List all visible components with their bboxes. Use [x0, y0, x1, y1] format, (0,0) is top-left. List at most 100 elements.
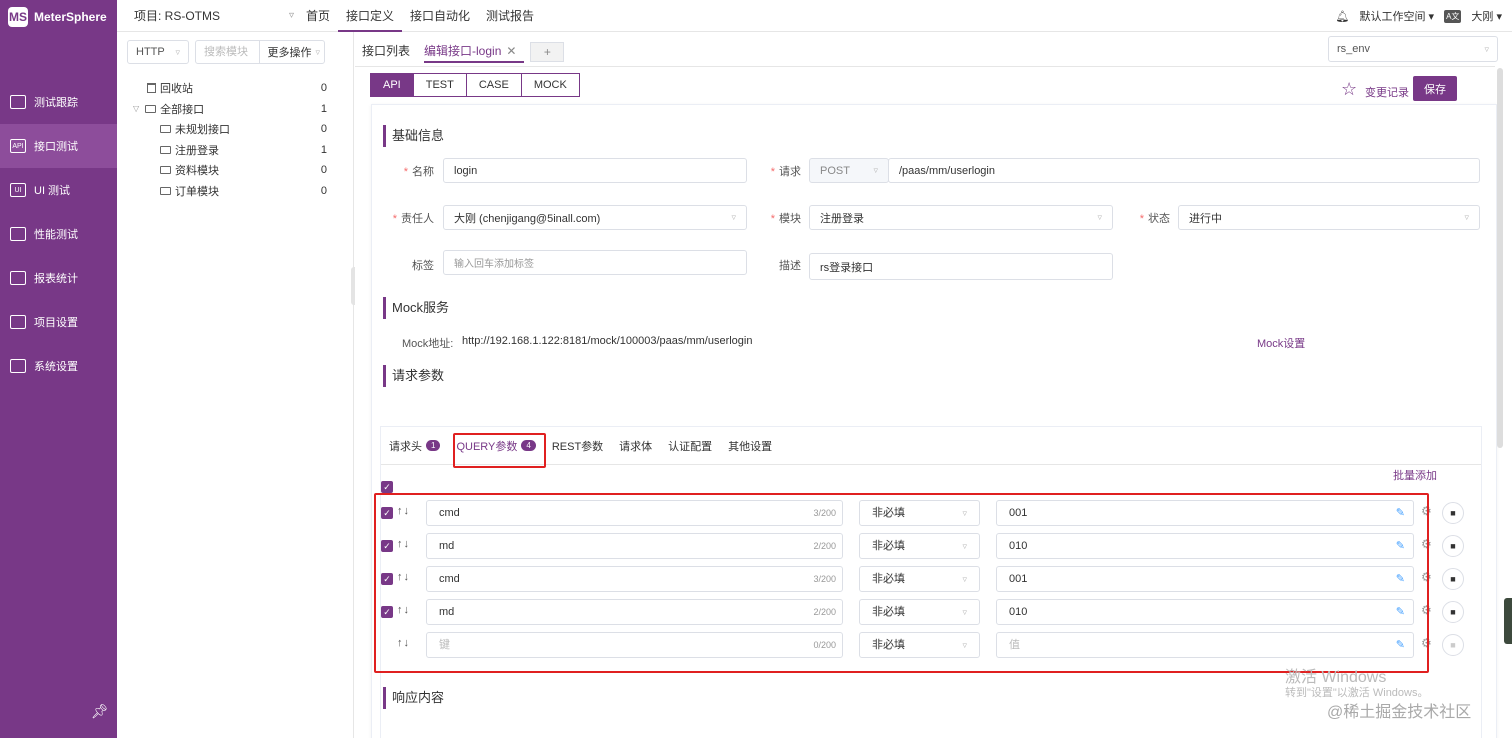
gear-icon[interactable]: ⚙: [1421, 570, 1432, 584]
gear-icon[interactable]: ⚙: [1421, 636, 1432, 650]
nav-item-4[interactable]: 报表统计: [0, 256, 117, 300]
gear-icon[interactable]: ⚙: [1421, 537, 1432, 551]
params-tab-1[interactable]: QUERY参数 4: [448, 427, 543, 465]
project-selector[interactable]: 项目: RS-OTMS ▿: [134, 7, 294, 24]
desc-textarea[interactable]: rs登录接口: [809, 253, 1113, 280]
chevron-down-icon: ▿: [1097, 212, 1102, 222]
tree-node[interactable]: 回收站 0: [117, 78, 354, 99]
protocol-select[interactable]: HTTP ▿: [127, 40, 189, 64]
move-arrows-icon[interactable]: ↑↓: [397, 604, 410, 616]
required-select[interactable]: 非必填 ▿: [859, 533, 980, 559]
tag-input[interactable]: 输入回车添加标签: [443, 250, 747, 275]
nav-item-5[interactable]: 项目设置: [0, 300, 117, 344]
delete-button[interactable]: ■: [1442, 535, 1464, 557]
delete-button[interactable]: ■: [1442, 502, 1464, 524]
top-menu-item-2[interactable]: 接口自动化: [402, 0, 478, 32]
tree-node[interactable]: ▽ 全部接口 1: [117, 99, 354, 120]
select-all-checkbox[interactable]: ✓: [381, 481, 393, 493]
top-menu-item-0[interactable]: 首页: [298, 0, 338, 32]
tree-node[interactable]: 未规划接口 0: [117, 119, 354, 140]
params-tab-4[interactable]: 认证配置: [660, 427, 720, 465]
delete-button[interactable]: ■: [1442, 601, 1464, 623]
param-value-input[interactable]: 010 ✎: [996, 599, 1414, 625]
owner-select[interactable]: 大刚 (chenjigang@5inall.com) ▿: [443, 205, 747, 230]
workspace-selector[interactable]: 默认工作空间 ▾: [1360, 8, 1435, 24]
user-menu[interactable]: 大刚 ▾: [1471, 8, 1502, 24]
mode-tab-case[interactable]: CASE: [465, 73, 522, 97]
nav-item-1[interactable]: API 接口测试: [0, 124, 117, 168]
edit-icon[interactable]: ✎: [1396, 633, 1405, 657]
language-icon[interactable]: A文: [1444, 9, 1462, 23]
tab-edit-login[interactable]: 编辑接口-login ✕: [424, 41, 525, 63]
param-key-input[interactable]: cmd 3/200: [426, 500, 843, 526]
top-menu-item-3[interactable]: 测试报告: [478, 0, 542, 32]
param-value-input[interactable]: 010 ✎: [996, 533, 1414, 559]
module-select[interactable]: 注册登录 ▿: [809, 205, 1113, 230]
chevron-down-icon[interactable]: ▽: [133, 104, 139, 113]
param-key-input[interactable]: md 2/200: [426, 599, 843, 625]
module-search-input[interactable]: 搜索模块: [196, 41, 260, 63]
nav-item-0[interactable]: 测试跟踪: [0, 80, 117, 124]
method-select[interactable]: POST ▿: [809, 158, 889, 183]
mode-tab-api[interactable]: API: [370, 73, 414, 97]
param-key-input[interactable]: 键 0/200: [426, 632, 843, 658]
param-key-input[interactable]: md 2/200: [426, 533, 843, 559]
required-select[interactable]: 非必填 ▿: [859, 632, 980, 658]
gear-icon[interactable]: ⚙: [1421, 603, 1432, 617]
scrollbar[interactable]: [1497, 68, 1503, 448]
close-icon[interactable]: ✕: [506, 44, 516, 58]
top-menu-item-1[interactable]: 接口定义: [338, 0, 403, 32]
edit-icon[interactable]: ✎: [1396, 534, 1405, 558]
tree-search-group: 搜索模块 更多操作 ▿: [195, 40, 325, 64]
row-checkbox[interactable]: ✓: [381, 606, 393, 618]
mock-settings-link[interactable]: Mock设置: [1257, 335, 1305, 351]
nav-item-3[interactable]: 性能测试: [0, 212, 117, 256]
move-arrows-icon[interactable]: ↑↓: [397, 505, 410, 517]
row-checkbox[interactable]: ✓: [381, 540, 393, 552]
params-tab-2[interactable]: REST参数: [544, 427, 611, 465]
params-tab-5[interactable]: 其他设置: [720, 427, 780, 465]
nav-item-6[interactable]: 系统设置: [0, 344, 117, 388]
more-actions-button[interactable]: 更多操作 ▿: [263, 44, 324, 60]
move-arrows-icon[interactable]: ↑↓: [397, 637, 410, 649]
status-select[interactable]: 进行中 ▿: [1178, 205, 1480, 230]
row-checkbox[interactable]: ✓: [381, 573, 393, 585]
bell-icon[interactable]: 🔔︎: [1336, 10, 1350, 23]
params-tab-0[interactable]: 请求头 1: [381, 427, 448, 465]
save-button[interactable]: 保存: [1413, 76, 1457, 101]
nav-item-2[interactable]: UI UI 测试: [0, 168, 117, 212]
app-logo[interactable]: MS MeterSphere: [0, 0, 117, 34]
tree-node[interactable]: 订单模块 0: [117, 181, 354, 202]
tree-node[interactable]: 注册登录 1: [117, 140, 354, 161]
param-value-input[interactable]: 值 ✎: [996, 632, 1414, 658]
required-select[interactable]: 非必填 ▿: [859, 566, 980, 592]
name-input[interactable]: login: [443, 158, 747, 183]
change-history-link[interactable]: 变更记录: [1365, 84, 1409, 100]
params-tab-3[interactable]: 请求体: [611, 427, 660, 465]
star-icon[interactable]: ☆: [1341, 79, 1357, 100]
param-value-input[interactable]: 001 ✎: [996, 500, 1414, 526]
add-tab-button[interactable]: +: [530, 42, 565, 62]
required-select[interactable]: 非必填 ▿: [859, 500, 980, 526]
batch-add-link[interactable]: 批量添加: [1393, 467, 1437, 483]
tree-node[interactable]: 资料模块 0: [117, 160, 354, 181]
row-checkbox[interactable]: ✓: [381, 507, 393, 519]
param-key-input[interactable]: cmd 3/200: [426, 566, 843, 592]
pin-icon[interactable]: 📌︎: [91, 703, 109, 720]
delete-button[interactable]: ■: [1442, 568, 1464, 590]
side-widget[interactable]: [1504, 598, 1512, 644]
edit-icon[interactable]: ✎: [1396, 600, 1405, 624]
mode-tab-test[interactable]: TEST: [412, 73, 467, 97]
move-arrows-icon[interactable]: ↑↓: [397, 538, 410, 550]
move-arrows-icon[interactable]: ↑↓: [397, 571, 410, 583]
tab-api-list[interactable]: 接口列表: [362, 41, 418, 63]
gear-icon[interactable]: ⚙: [1421, 504, 1432, 518]
edit-icon[interactable]: ✎: [1396, 567, 1405, 591]
edit-icon[interactable]: ✎: [1396, 501, 1405, 525]
mode-tab-mock[interactable]: MOCK: [520, 73, 580, 97]
environment-select[interactable]: rs_env ▿: [1328, 36, 1498, 62]
param-value-input[interactable]: 001 ✎: [996, 566, 1414, 592]
required-select[interactable]: 非必填 ▿: [859, 599, 980, 625]
path-input[interactable]: /paas/mm/userlogin: [888, 158, 1480, 183]
delete-button[interactable]: ■: [1442, 634, 1464, 656]
